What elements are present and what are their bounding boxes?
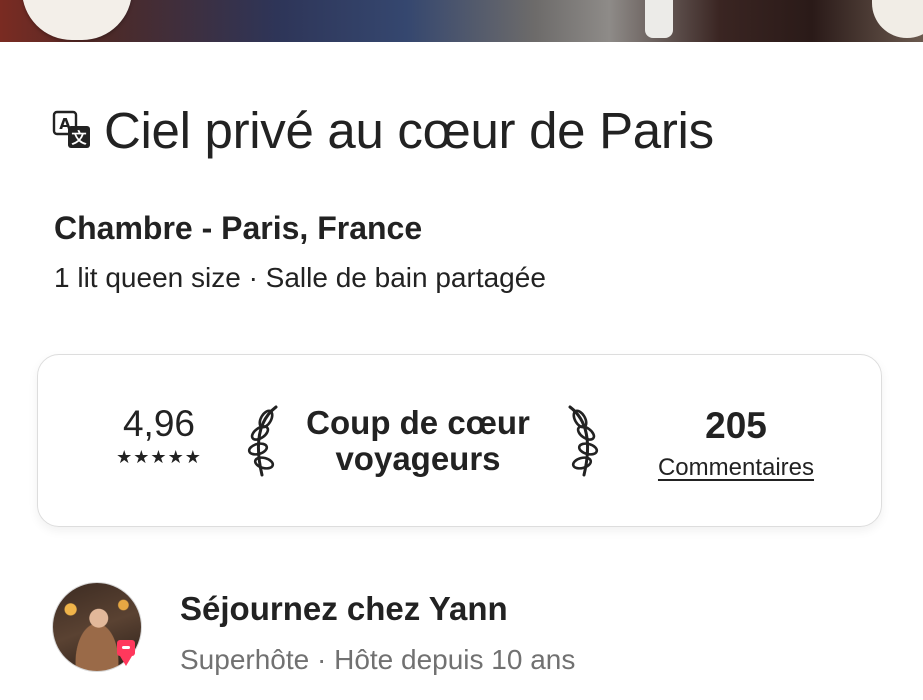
rating-block: 4,96 ★★★★★: [94, 405, 224, 466]
host-meta: Superhôte · Hôte depuis 10 ans: [180, 644, 576, 675]
guest-favorite-label: Coup de cœur voyageurs: [288, 404, 548, 478]
host-row[interactable]: Séjournez chez Yann Superhôte · Hôte dep…: [52, 582, 912, 682]
host-name: Séjournez chez Yann: [180, 590, 508, 627]
svg-text:文: 文: [71, 129, 87, 147]
host-avatar-wrap[interactable]: [52, 582, 144, 674]
guest-favorite-line1: Coup de cœur: [306, 404, 530, 441]
listing-page: A 文 Ciel privé au cœur de Paris Chambre …: [0, 0, 923, 700]
superhost-badge-icon: [114, 638, 138, 673]
reviews-link[interactable]: Commentaires: [658, 454, 814, 482]
listing-details: 1 lit queen size · Salle de bain partagé…: [54, 262, 546, 293]
rating-value: 4,96: [122, 403, 195, 444]
photo-bowl: [872, 0, 923, 38]
laurel-right-icon: [556, 403, 600, 484]
listing-title: Ciel privé au cœur de Paris: [104, 101, 714, 159]
photo-cup: [645, 0, 673, 38]
title-row: A 文 Ciel privé au cœur de Paris: [52, 100, 912, 160]
stats-card: 4,96 ★★★★★ Coup de cœur voyageurs 205 Co…: [37, 354, 882, 527]
listing-photo[interactable]: [0, 0, 923, 42]
guest-favorite-line2: voyageurs: [335, 440, 501, 478]
translate-icon[interactable]: A 文: [52, 104, 104, 156]
reviews-block: 205 Commentaires: [638, 407, 834, 482]
reviews-count: 205: [705, 405, 767, 446]
laurel-left-icon: [246, 403, 290, 484]
photo-plate: [22, 0, 132, 40]
listing-subtitle: Chambre - Paris, France: [54, 210, 423, 246]
rating-stars: ★★★★★: [116, 447, 202, 467]
